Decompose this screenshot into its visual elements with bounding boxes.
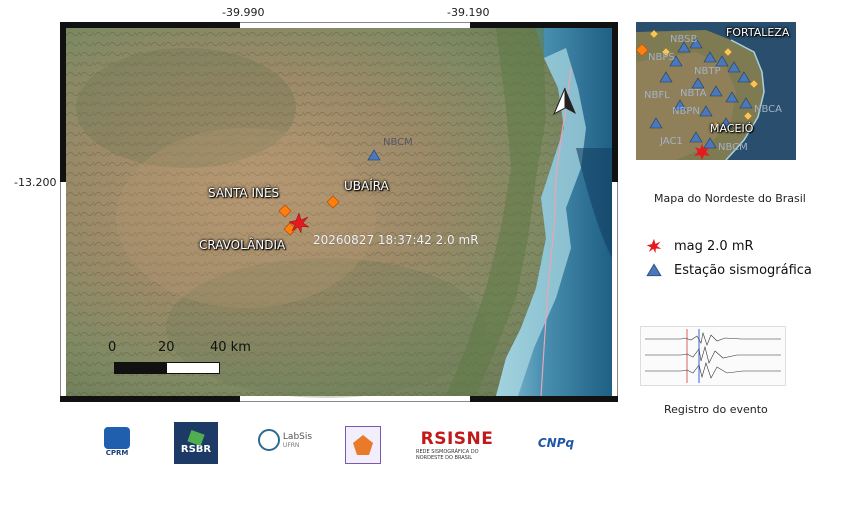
logo-rsbr-text: RSBR <box>180 443 212 455</box>
legend: mag 2.0 mR Estação sismográfica <box>646 236 812 280</box>
logo-cprm: CPRM <box>98 422 136 462</box>
city-label-cravolandia: CRAVOLÂNDIA <box>199 238 286 252</box>
inset-station-nbpn: NBPN <box>672 106 700 117</box>
north-arrow-icon <box>552 87 576 116</box>
main-map-canvas <box>59 21 619 403</box>
logo-cnpq-text: CNPq <box>537 436 575 450</box>
legend-triangle-icon <box>646 263 662 277</box>
legend-item-station: Estação sismográfica <box>646 260 812 280</box>
inset-map: FORTALEZA MACEIÓ NBSB NBPS NBTP NBFL NBT… <box>635 22 796 161</box>
inset-station-jac1: JAC1 <box>660 136 683 147</box>
lat-tick-1: -13.200 <box>14 176 57 189</box>
logo-rsbr: RSBR <box>174 422 218 464</box>
main-map: NBCM SANTA INÊS UBAÍRA CRAVOLÂNDIA 20260… <box>59 21 619 403</box>
station-marker-nbcm <box>367 149 381 161</box>
logo-rsisne: RSISNE REDE SISMOGRÁFICA DO NORDESTE DO … <box>416 428 498 462</box>
logo-labsis-sub: UFRN <box>282 441 300 449</box>
inset-station-nbca: NBCA <box>754 104 782 115</box>
event-label: 20260827 18:37:42 2.0 mR <box>313 233 479 247</box>
scale-bar-black-segment <box>115 363 167 373</box>
city-marker-ubaira <box>326 195 340 209</box>
inset-station-nbsb: NBSB <box>670 34 698 45</box>
seismogram-caption: Registro do evento <box>664 403 768 416</box>
inset-station-nbtp: NBTP <box>694 66 721 77</box>
lon-tick-2: -39.190 <box>447 6 490 19</box>
station-label-nbcm: NBCM <box>383 137 413 148</box>
inset-station-nbcm: NBCM <box>718 142 748 153</box>
legend-event-label: mag 2.0 mR <box>674 238 754 254</box>
scale-label-40: 40 km <box>210 340 251 355</box>
lon-tick-1: -39.990 <box>222 6 265 19</box>
labsis-emblem-icon <box>257 429 280 451</box>
city-label-ubaira: UBAÍRA <box>344 179 389 193</box>
inset-city-maceio: MACEIÓ <box>710 122 754 135</box>
scale-label-20: 20 <box>158 340 175 355</box>
seismogram-thumbnail <box>640 326 786 386</box>
inset-station-nbfl: NBFL <box>644 90 670 101</box>
logo-rsisne-sub: REDE SISMOGRÁFICA DO NORDESTE DO BRASIL <box>416 449 479 461</box>
inset-city-fortaleza: FORTALEZA <box>726 26 790 39</box>
cprm-emblem-icon <box>104 427 130 449</box>
legend-item-event: mag 2.0 mR <box>646 236 812 256</box>
epicenter-star-icon <box>288 212 310 234</box>
legend-station-label: Estação sismográfica <box>674 262 812 278</box>
city-label-santa-ines: SANTA INÊS <box>208 186 280 200</box>
logo-sismo-shield-icon <box>345 426 381 464</box>
logo-cprm-text: CPRM <box>105 449 129 457</box>
logo-labsis-text: LabSis <box>282 431 313 442</box>
inset-station-nbta: NBTA <box>680 88 707 99</box>
logo-rsisne-text: RSISNE <box>420 429 494 449</box>
logo-cnpq: CNPq <box>530 432 582 454</box>
logo-labsis: LabSis UFRN <box>254 428 316 452</box>
inset-caption: Mapa do Nordeste do Brasil <box>654 192 806 205</box>
legend-star-icon <box>646 238 662 254</box>
scale-label-0: 0 <box>108 340 117 355</box>
scale-bar <box>114 362 220 374</box>
inset-station-nbps: NBPS <box>648 52 675 63</box>
seismogram-traces <box>645 329 781 383</box>
